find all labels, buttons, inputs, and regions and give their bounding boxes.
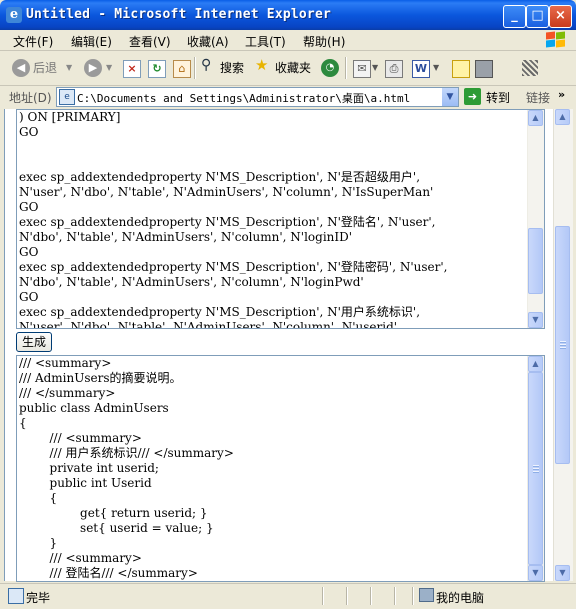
status-divider bbox=[346, 587, 348, 605]
page-done-icon bbox=[8, 588, 24, 604]
address-dropdown-icon[interactable]: ▼ bbox=[442, 88, 458, 106]
address-value[interactable]: C:\Documents and Settings\Administrator\… bbox=[77, 90, 410, 106]
window-title: Untitled - Microsoft Internet Explorer bbox=[26, 7, 332, 22]
favorites-star-icon[interactable]: ★ bbox=[255, 56, 268, 74]
scroll-up-icon[interactable]: ▲ bbox=[528, 356, 543, 372]
chevron-right-icon[interactable]: » bbox=[558, 88, 565, 101]
stop-icon[interactable]: × bbox=[123, 60, 141, 78]
back-button[interactable]: 后退 bbox=[33, 59, 57, 77]
code-scrollbar[interactable]: ▲ ▼ bbox=[527, 356, 544, 581]
page-scroll-down-icon[interactable]: ▼ bbox=[555, 565, 570, 581]
scroll-thumb[interactable] bbox=[528, 372, 543, 565]
scroll-down-icon[interactable]: ▼ bbox=[528, 312, 543, 328]
home-icon[interactable]: ⌂ bbox=[173, 60, 191, 78]
print-icon[interactable]: ⎙ bbox=[385, 60, 403, 78]
windows-logo-icon bbox=[544, 31, 566, 49]
refresh-icon[interactable]: ↻ bbox=[148, 60, 166, 78]
menu-bar: 文件(F) 编辑(E) 查看(V) 收藏(A) 工具(T) 帮助(H) bbox=[0, 30, 576, 51]
code-textarea[interactable]: /// <summary> /// AdminUsers的摘要说明。 /// <… bbox=[16, 355, 545, 582]
toolbar-separator bbox=[194, 57, 196, 79]
menu-help[interactable]: 帮助(H) bbox=[303, 33, 345, 50]
go-label: 转到 bbox=[486, 91, 511, 105]
forward-dropdown-icon[interactable]: ▼ bbox=[106, 63, 112, 81]
links-toolbar[interactable]: 链接 bbox=[526, 89, 550, 106]
messenger-icon[interactable] bbox=[475, 60, 493, 78]
status-bar: 完毕 我的电脑 bbox=[0, 583, 576, 609]
forward-arrow-icon[interactable]: ▶ bbox=[84, 59, 102, 77]
edit-word-icon[interactable]: W bbox=[412, 60, 430, 78]
status-divider bbox=[370, 587, 372, 605]
back-arrow-icon[interactable]: ◀ bbox=[12, 59, 30, 77]
edit-dropdown-icon[interactable]: ▼ bbox=[433, 63, 439, 81]
minimize-button[interactable]: _ bbox=[503, 5, 526, 28]
history-icon[interactable]: ◔ bbox=[321, 59, 339, 77]
go-arrow-icon: ➜ bbox=[464, 88, 481, 105]
favorites-button[interactable]: 收藏夹 bbox=[275, 59, 311, 77]
sql-textarea[interactable]: ) ON [PRIMARY] GO exec sp_addextendedpro… bbox=[16, 109, 545, 329]
toolbar: ◀ 后退 ▼ ▶ ▼ × ↻ ⌂ ⚲ 搜索 ★ 收藏夹 ◔ ✉ ▼ ⎙ W ▼ bbox=[0, 51, 576, 86]
close-button[interactable]: × bbox=[549, 5, 572, 28]
address-bar: 地址(D) e C:\Documents and Settings\Admini… bbox=[0, 86, 576, 108]
generate-button[interactable]: 生成 bbox=[16, 332, 52, 352]
search-button[interactable]: 搜索 bbox=[220, 59, 244, 77]
scroll-down-icon[interactable]: ▼ bbox=[528, 565, 543, 581]
maximize-button[interactable]: □ bbox=[526, 5, 549, 28]
mail-dropdown-icon[interactable]: ▼ bbox=[372, 63, 378, 81]
back-dropdown-icon[interactable]: ▼ bbox=[66, 63, 72, 81]
go-button[interactable]: ➜ 转到 bbox=[464, 87, 516, 106]
status-divider bbox=[412, 587, 414, 605]
page-scrollbar[interactable]: ▲ ▼ bbox=[553, 109, 573, 581]
scroll-thumb[interactable] bbox=[528, 228, 543, 294]
page-content: ) ON [PRIMARY] GO exec sp_addextendedpro… bbox=[4, 109, 573, 582]
page-icon: e bbox=[59, 89, 75, 105]
status-divider bbox=[394, 587, 396, 605]
page-scroll-thumb[interactable] bbox=[555, 226, 570, 464]
computer-zone-icon bbox=[419, 588, 434, 602]
page-scroll-up-icon[interactable]: ▲ bbox=[555, 109, 570, 125]
menu-favorites[interactable]: 收藏(A) bbox=[187, 33, 229, 50]
status-text: 完毕 bbox=[26, 591, 51, 605]
sql-scrollbar[interactable]: ▲ ▼ bbox=[527, 110, 544, 328]
search-icon[interactable]: ⚲ bbox=[201, 57, 211, 75]
toolbar-separator bbox=[345, 57, 347, 79]
code-text: /// <summary> /// AdminUsers的摘要说明。 /// <… bbox=[19, 356, 234, 580]
mail-icon[interactable]: ✉ bbox=[353, 60, 371, 78]
address-input[interactable]: e C:\Documents and Settings\Administrato… bbox=[56, 87, 459, 107]
menu-file[interactable]: 文件(F) bbox=[13, 33, 53, 50]
scroll-up-icon[interactable]: ▲ bbox=[528, 110, 543, 126]
menu-view[interactable]: 查看(V) bbox=[129, 33, 171, 50]
zone-text: 我的电脑 bbox=[436, 591, 485, 605]
title-bar: e Untitled - Microsoft Internet Explorer… bbox=[0, 0, 576, 30]
discuss-icon[interactable] bbox=[452, 60, 470, 78]
ie-logo-icon: e bbox=[6, 7, 22, 23]
menu-edit[interactable]: 编辑(E) bbox=[71, 33, 112, 50]
address-label: 地址(D) bbox=[9, 91, 52, 105]
sql-text: ) ON [PRIMARY] GO exec sp_addextendedpro… bbox=[19, 110, 448, 329]
status-divider bbox=[322, 587, 324, 605]
research-icon[interactable] bbox=[522, 60, 538, 76]
menu-tools[interactable]: 工具(T) bbox=[245, 33, 286, 50]
